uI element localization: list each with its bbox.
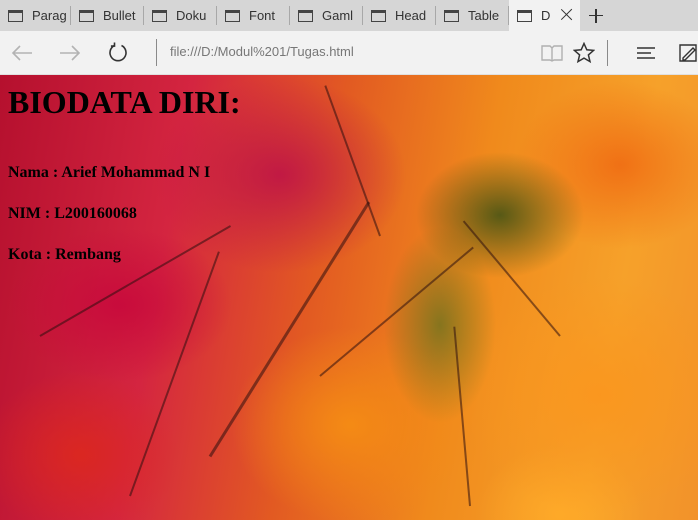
- tab-page-icon: [371, 9, 386, 22]
- page-viewport: BIODATA DIRI: Nama : Arief Mohammad N I …: [0, 75, 698, 520]
- hub-icon[interactable]: [626, 31, 666, 75]
- page-content: BIODATA DIRI: Nama : Arief Mohammad N I …: [0, 75, 249, 296]
- refresh-icon[interactable]: [98, 31, 138, 75]
- tab-label: Head: [395, 8, 427, 23]
- page-heading: BIODATA DIRI:: [8, 84, 241, 120]
- tab-label: Font: [249, 8, 276, 23]
- tab-table[interactable]: Table: [436, 0, 509, 31]
- tab-label: Gaml: [322, 8, 354, 23]
- new-tab-button[interactable]: [580, 0, 612, 31]
- navigation-bar: file:///D:/Modul%201/Tugas.html: [0, 31, 698, 75]
- tab-paragraph[interactable]: Parag: [0, 0, 71, 31]
- name-field: Nama : Arief Mohammad N I: [8, 164, 211, 181]
- back-icon[interactable]: [2, 31, 42, 75]
- tab-page-icon: [8, 9, 23, 22]
- address-bar[interactable]: file:///D:/Modul%201/Tugas.html: [170, 44, 354, 59]
- tab-heading[interactable]: Head: [363, 0, 436, 31]
- tab-bullet[interactable]: Bullet: [71, 0, 144, 31]
- close-tab-icon[interactable]: [559, 7, 574, 22]
- web-note-icon[interactable]: [668, 31, 698, 75]
- address-separator: [156, 39, 157, 66]
- tab-page-icon: [152, 9, 167, 22]
- tab-label: Bullet: [103, 8, 136, 23]
- tab-label: Doku: [176, 8, 207, 23]
- city-field: Kota : Rembang: [8, 246, 121, 263]
- tab-page-icon: [444, 9, 459, 22]
- tab-page-icon: [517, 9, 532, 22]
- tab-gambar[interactable]: Gaml: [290, 0, 363, 31]
- tab-page-icon: [298, 9, 313, 22]
- tab-label: D: [541, 8, 551, 23]
- tab-label: Parag: [32, 8, 67, 23]
- tab-label: Table: [468, 8, 500, 23]
- tab-active[interactable]: D: [509, 0, 580, 31]
- toolbar-separator: [607, 40, 608, 66]
- tab-dokumen[interactable]: Doku: [144, 0, 217, 31]
- tab-page-icon: [225, 9, 240, 22]
- tab-strip: Parag Bullet Doku Font Gaml Head Table D: [0, 0, 698, 31]
- forward-icon[interactable]: [50, 31, 90, 75]
- nim-field: NIM : L200160068: [8, 205, 137, 222]
- tab-font[interactable]: Font: [217, 0, 290, 31]
- favorite-star-icon[interactable]: [564, 31, 604, 75]
- tab-page-icon: [79, 9, 94, 22]
